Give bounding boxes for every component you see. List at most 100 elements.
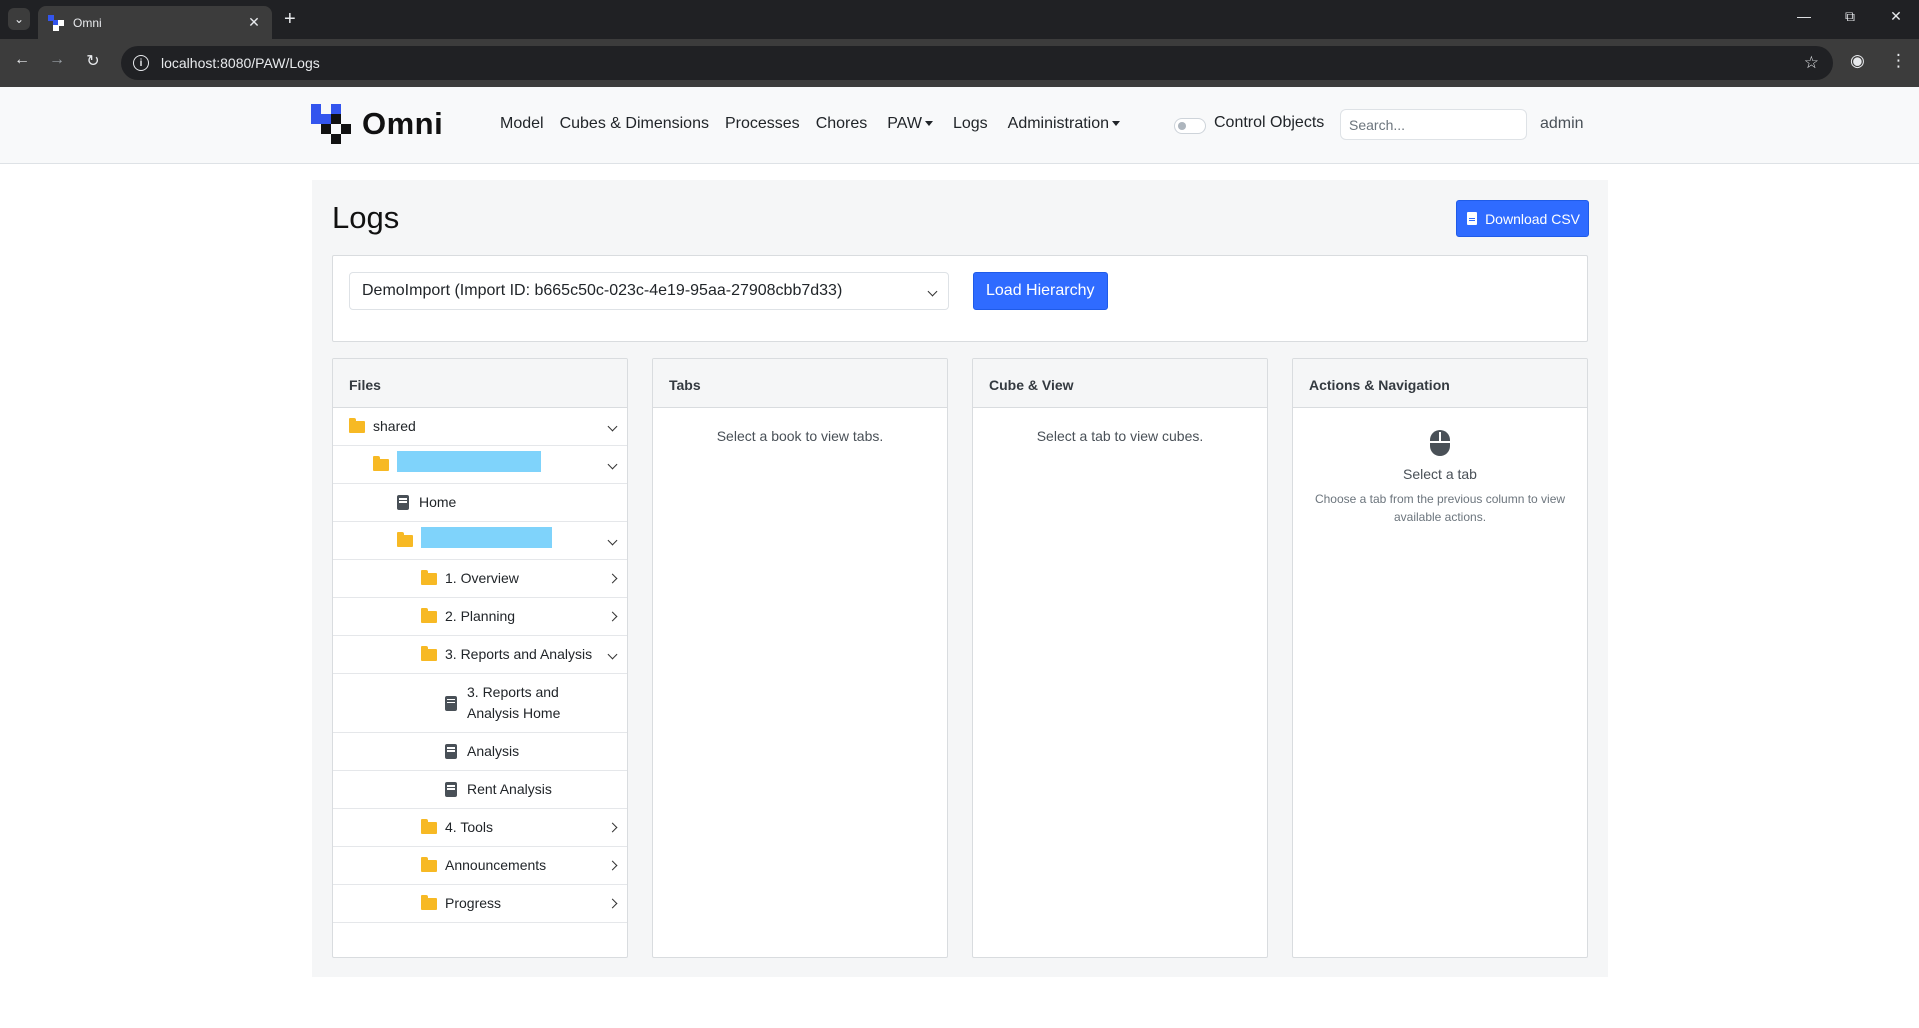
chevron-right-icon[interactable] — [597, 573, 627, 584]
minimize-icon[interactable]: — — [1792, 8, 1816, 24]
new-tab-icon[interactable]: + — [284, 9, 296, 29]
nav-model[interactable]: Model — [500, 115, 544, 133]
omni-logo-icon — [311, 104, 351, 144]
cube-view-header: Cube & View — [973, 359, 1267, 408]
search-input[interactable] — [1340, 109, 1527, 140]
folder-icon — [421, 894, 437, 910]
tab-close-icon[interactable]: ✕ — [246, 14, 262, 31]
tree-label: shared — [373, 418, 416, 434]
files-tree: shared Home 1. Overview 2. Planning 3. R… — [333, 408, 627, 923]
tree-label: 4. Tools — [445, 819, 493, 835]
tab-search-icon[interactable]: ⌄ — [8, 8, 30, 30]
user-menu[interactable]: admin — [1540, 115, 1584, 133]
tree-folder-progress[interactable]: Progress — [333, 885, 627, 923]
tree-label: 3. Reports and Analysis Home — [467, 684, 561, 721]
nav-cubes-dimensions[interactable]: Cubes & Dimensions — [560, 115, 709, 133]
browser-menu-icon[interactable]: ⋮ — [1890, 51, 1907, 71]
control-objects-toggle[interactable] — [1174, 118, 1206, 134]
chevron-down-icon[interactable] — [597, 649, 627, 660]
profile-icon[interactable]: ◉ — [1850, 51, 1865, 71]
tree-label — [421, 527, 597, 554]
files-header: Files — [333, 359, 627, 408]
tree-book-rent-analysis[interactable]: Rent Analysis — [333, 771, 627, 809]
omni-favicon-icon — [48, 14, 64, 31]
tree-folder-announcements[interactable]: Announcements — [333, 847, 627, 885]
chevron-down-icon — [927, 286, 938, 296]
browser-address-bar: ← → ↻ i localhost:8080/PAW/Logs ☆ ◉ ⋮ — [0, 39, 1919, 87]
chevron-down-icon[interactable] — [597, 535, 627, 546]
tree-folder-planning[interactable]: 2. Planning — [333, 598, 627, 636]
url-bar[interactable]: i localhost:8080/PAW/Logs ☆ — [121, 46, 1833, 80]
tree-label: Announcements — [445, 857, 547, 873]
tree-folder-shared[interactable]: shared — [333, 408, 627, 446]
nav-processes[interactable]: Processes — [725, 115, 800, 133]
folder-icon — [421, 607, 437, 623]
caret-down-icon — [924, 121, 933, 127]
folder-icon — [349, 417, 365, 433]
cube-view-panel: Cube & View Select a tab to view cubes. — [972, 358, 1268, 958]
file-csv-icon — [1467, 212, 1478, 225]
chevron-down-icon[interactable] — [597, 421, 627, 432]
chevron-right-icon[interactable] — [597, 860, 627, 871]
folder-icon — [421, 856, 437, 872]
tree-folder-redacted[interactable] — [333, 522, 627, 560]
brand[interactable]: Omni — [311, 104, 443, 144]
folder-icon — [421, 818, 437, 834]
url-text: localhost:8080/PAW/Logs — [161, 55, 320, 71]
forward-icon[interactable]: → — [45, 51, 69, 69]
import-select[interactable]: DemoImport (Import ID: b665c50c-023c-4e1… — [349, 272, 949, 310]
actions-empty-description: Choose a tab from the previous column to… — [1314, 492, 1566, 524]
load-hierarchy-button[interactable]: Load Hierarchy — [973, 272, 1108, 310]
app-navbar: Omni Model Cubes & Dimensions Processes … — [0, 87, 1919, 164]
nav-administration-dropdown[interactable]: Administration — [1007, 115, 1121, 133]
tree-book-analysis[interactable]: Analysis — [333, 733, 627, 771]
nav-chores[interactable]: Chores — [816, 115, 868, 133]
import-select-value: DemoImport (Import ID: b665c50c-023c-4e1… — [362, 282, 843, 299]
caret-down-icon — [1112, 121, 1121, 127]
page-title: Logs — [332, 200, 400, 235]
chevron-down-icon[interactable] — [597, 459, 627, 470]
chevron-right-icon[interactable] — [597, 611, 627, 622]
reload-icon[interactable]: ↻ — [81, 51, 105, 71]
folder-icon — [397, 531, 413, 547]
redacted-label — [421, 527, 552, 548]
actions-empty-state: Select a tab Choose a tab from the previ… — [1293, 408, 1587, 526]
folder-icon — [421, 645, 437, 661]
download-csv-label: Download CSV — [1485, 210, 1580, 227]
tree-folder-redacted[interactable] — [333, 446, 627, 484]
restore-icon[interactable]: ⧉ — [1838, 8, 1862, 25]
tree-label: 3. Reports and Analysis — [445, 646, 593, 662]
actions-empty-title: Select a tab — [1403, 466, 1477, 482]
chevron-right-icon[interactable] — [597, 898, 627, 909]
book-icon — [445, 782, 457, 797]
nav-logs[interactable]: Logs — [953, 115, 988, 133]
nav-paw-label: PAW — [887, 115, 922, 132]
tree-book-reports-analysis-home[interactable]: 3. Reports and Analysis Home — [333, 674, 627, 733]
brand-name: Omni — [362, 106, 444, 141]
book-icon — [397, 495, 409, 510]
nav-administration-label: Administration — [1007, 115, 1110, 132]
chevron-right-icon[interactable] — [597, 822, 627, 833]
site-info-icon[interactable]: i — [133, 55, 149, 71]
tree-folder-reports-analysis[interactable]: 3. Reports and Analysis — [333, 636, 627, 674]
tree-book-home[interactable]: Home — [333, 484, 627, 522]
window-close-icon[interactable]: ✕ — [1884, 8, 1908, 25]
nav-paw-dropdown[interactable]: PAW — [887, 115, 933, 133]
download-csv-button[interactable]: Download CSV — [1456, 200, 1589, 237]
folder-icon — [373, 455, 389, 471]
tabs-panel: Tabs Select a book to view tabs. — [652, 358, 948, 958]
tree-folder-overview[interactable]: 1. Overview — [333, 560, 627, 598]
control-objects-label: Control Objects — [1214, 114, 1325, 131]
tree-label: Analysis — [467, 743, 520, 759]
tree-label: Progress — [445, 895, 502, 911]
tree-label — [397, 451, 597, 478]
mouse-icon — [1430, 430, 1450, 456]
browser-tab[interactable]: Omni ✕ — [38, 6, 272, 39]
tree-folder-tools[interactable]: 4. Tools — [333, 809, 627, 847]
tree-label: 2. Planning — [445, 608, 516, 624]
bookmark-star-icon[interactable]: ☆ — [1804, 53, 1819, 73]
nav-links: Model Cubes & Dimensions Processes Chore… — [500, 115, 1136, 133]
back-icon[interactable]: ← — [10, 51, 34, 69]
cube-view-empty-message: Select a tab to view cubes. — [1036, 428, 1204, 444]
logs-page: Logs Download CSV DemoImport (Import ID:… — [312, 180, 1608, 977]
